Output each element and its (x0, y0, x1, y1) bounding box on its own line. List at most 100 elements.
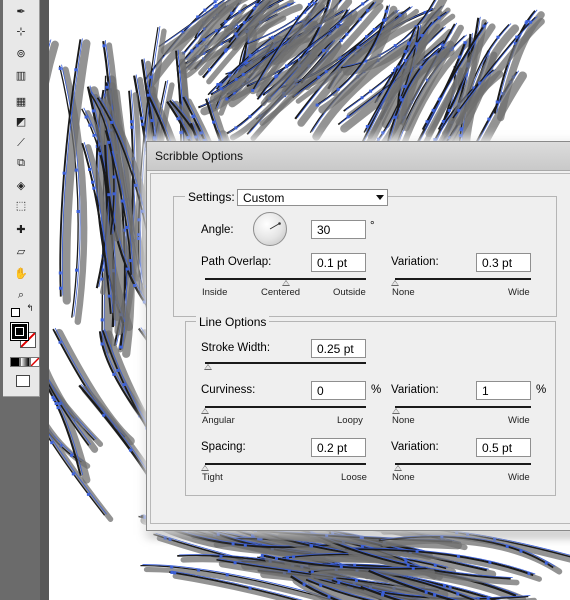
anchor-point (74, 168, 78, 172)
anchor-point (86, 492, 90, 496)
eyedropper-icon[interactable]: ⟋ (12, 134, 30, 152)
settings-label: Settings: (185, 190, 238, 204)
slider-thumb[interactable] (204, 364, 213, 370)
scatter-symbol-icon[interactable]: ⊚ (12, 44, 30, 62)
curviness-unit: % (371, 384, 382, 396)
anchor-point (448, 585, 452, 589)
anchor-point (241, 72, 245, 76)
live-paint-selection-icon[interactable]: ⬚ (12, 196, 30, 214)
hand-icon[interactable]: ✋ (12, 264, 30, 282)
anchor-point (519, 549, 523, 553)
anchor-point (107, 193, 111, 197)
anchor-point (447, 108, 451, 112)
zoom-icon[interactable]: ⌕ (12, 286, 30, 304)
path-overlap-min-label: Inside (202, 287, 228, 298)
spacing-variation-max-label: Wide (508, 472, 530, 483)
anchor-point (271, 36, 275, 40)
slider-thumb[interactable] (393, 465, 402, 471)
anchor-point (146, 93, 150, 97)
color-mode-button[interactable] (10, 357, 20, 367)
anchor-point (137, 233, 141, 237)
spacing-slider[interactable] (201, 463, 366, 471)
curviness-variation-max-label: Wide (508, 415, 530, 426)
anchor-point (403, 84, 407, 88)
anchor-point (107, 140, 111, 144)
anchor-point (219, 87, 223, 91)
anchor-point (219, 83, 223, 87)
anchor-point (58, 67, 62, 71)
anchor-point (234, 77, 238, 81)
curviness-label: Curviness: (201, 384, 256, 396)
live-paint-icon[interactable]: ◈ (12, 176, 30, 194)
anchor-point (248, 586, 252, 590)
curviness-variation-field[interactable]: 1 (476, 381, 531, 400)
slice-icon[interactable]: ✚ (12, 220, 30, 238)
anchor-point (102, 413, 106, 417)
path-overlap-variation-min-label: None (392, 287, 415, 298)
curviness-slider[interactable] (201, 406, 366, 414)
anchor-point (381, 593, 385, 597)
stroke-width-field[interactable]: 0.25 pt (311, 339, 366, 358)
slider-thumb[interactable] (201, 465, 209, 471)
anchor-point (92, 186, 96, 190)
spacing-field[interactable]: 0.2 pt (311, 438, 366, 457)
path-overlap-variation-slider[interactable] (391, 278, 531, 286)
anchor-point (361, 2, 365, 6)
anchor-point (90, 180, 94, 184)
slider-thumb[interactable] (201, 408, 209, 414)
default-colors-icon[interactable] (11, 308, 20, 317)
graph-icon[interactable]: ▥ (12, 66, 30, 84)
angle-dial[interactable] (253, 212, 287, 246)
spacing-variation-label: Variation: (391, 441, 439, 453)
anchor-point (71, 472, 75, 476)
anchor-point (231, 542, 235, 546)
slider-thumb[interactable] (281, 280, 290, 286)
anchor-point (488, 560, 492, 564)
angle-field[interactable]: 30 (311, 220, 366, 239)
stroke-width-slider[interactable] (204, 362, 366, 370)
gradient-icon[interactable]: ◩ (12, 112, 30, 130)
fill-swatch[interactable] (10, 322, 29, 341)
screen-mode-button[interactable] (16, 375, 30, 387)
settings-select-value: Custom (243, 191, 285, 205)
slider-thumb[interactable] (392, 408, 401, 414)
none-mode-button[interactable] (30, 357, 40, 367)
path-overlap-field[interactable]: 0.1 pt (311, 253, 366, 272)
eraser-icon[interactable]: ▱ (12, 242, 30, 260)
spacing-variation-slider[interactable] (393, 463, 531, 471)
anchor-point (199, 131, 203, 135)
anchor-point (354, 579, 358, 583)
anchor-point (149, 75, 153, 79)
slider-thumb[interactable] (391, 280, 399, 286)
anchor-point (92, 133, 96, 137)
anchor-point (433, 563, 437, 567)
curviness-variation-slider[interactable] (392, 406, 531, 414)
dialog-titlebar[interactable]: Scribble Options (147, 142, 570, 171)
spacing-variation-field[interactable]: 0.5 pt (476, 438, 531, 457)
pen-tool-icon[interactable]: ✒ (12, 2, 30, 20)
dialog-body: Settings: Custom Angle: 30 ° Path Overla… (150, 173, 570, 524)
path-overlap-variation-field[interactable]: 0.3 pt (476, 253, 531, 272)
anchor-point (194, 135, 198, 139)
anchor-point (365, 125, 369, 129)
anchor-point (372, 28, 376, 32)
blend-icon[interactable]: ⧉ (12, 154, 30, 172)
anchor-point (133, 283, 137, 287)
direct-selection-icon[interactable]: ⊹ (12, 22, 30, 40)
curviness-field[interactable]: 0 (311, 381, 366, 400)
anchor-point (360, 96, 364, 100)
path-overlap-slider[interactable] (205, 278, 366, 286)
anchor-point (84, 115, 88, 119)
anchor-point (324, 70, 328, 74)
gradient-mode-button[interactable] (20, 357, 30, 367)
anchor-point (403, 49, 407, 53)
anchor-point (400, 98, 404, 102)
swap-colors-icon[interactable]: ↰ (24, 303, 36, 315)
anchor-point (466, 532, 470, 536)
anchor-point (384, 9, 388, 13)
mesh-icon[interactable]: ▦ (12, 92, 30, 110)
anchor-point (360, 545, 364, 549)
settings-select[interactable]: Custom (237, 189, 388, 206)
anchor-point (128, 259, 132, 263)
anchor-point (398, 13, 402, 17)
